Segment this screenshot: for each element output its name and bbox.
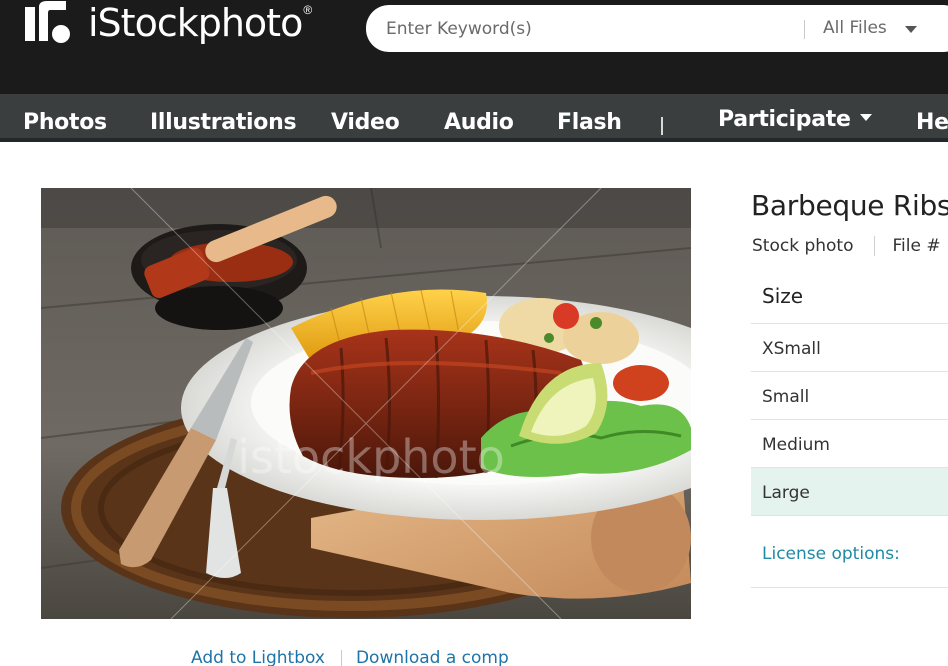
size-header: Size [751,272,948,324]
stock-photo[interactable]: istockphoto [41,188,691,619]
size-option-small[interactable]: Small [751,372,948,420]
nav-item-help[interactable]: He [916,94,948,138]
media-type: Stock photo [752,236,854,256]
meta-divider [873,236,875,256]
nav-item-photos[interactable]: Photos [23,94,107,138]
nav-item-flash[interactable]: Flash [557,94,622,138]
site-header: iStockphoto ® All Files [0,0,948,94]
nav-item-participate-label: Participate [718,107,851,132]
search-divider [804,20,805,39]
page-title: Barbeque Ribs [751,189,948,222]
nav-divider [661,117,663,135]
brand-name: iStockphoto [88,1,303,45]
license-options-link[interactable]: License options: [751,516,948,588]
size-option-medium[interactable]: Medium [751,420,948,468]
photo-watermark: istockphoto [237,430,505,484]
logo[interactable]: iStockphoto ® [22,0,312,52]
istock-logo-icon [25,1,70,43]
chevron-down-icon [859,113,872,121]
photo-actions: Add to Lightbox Download a comp [191,648,509,666]
nav-item-illustrations[interactable]: Illustrations [150,94,297,138]
file-type-value: All Files [823,18,887,38]
chevron-down-icon [904,26,917,33]
search-input[interactable] [386,5,796,52]
size-option-xsmall[interactable]: XSmall [751,324,948,372]
search-bar: All Files [366,5,948,52]
nav-item-audio[interactable]: Audio [444,94,514,138]
size-option-large[interactable]: Large [751,468,948,516]
registered-mark: ® [303,3,313,17]
nav-item-participate[interactable]: Participate [718,94,872,138]
download-comp-link[interactable]: Download a comp [356,648,509,666]
size-table: Size XSmall Small Medium Large License o… [751,272,948,588]
nav-item-video[interactable]: Video [331,94,400,138]
add-to-lightbox-link[interactable]: Add to Lightbox [191,648,325,666]
file-type-dropdown[interactable]: All Files [823,5,917,52]
link-divider [340,649,342,666]
photo-meta: Stock photo File # [752,236,941,256]
file-number-label: File # [892,236,941,256]
main-nav: Photos Illustrations Video Audio Flash P… [0,94,948,142]
